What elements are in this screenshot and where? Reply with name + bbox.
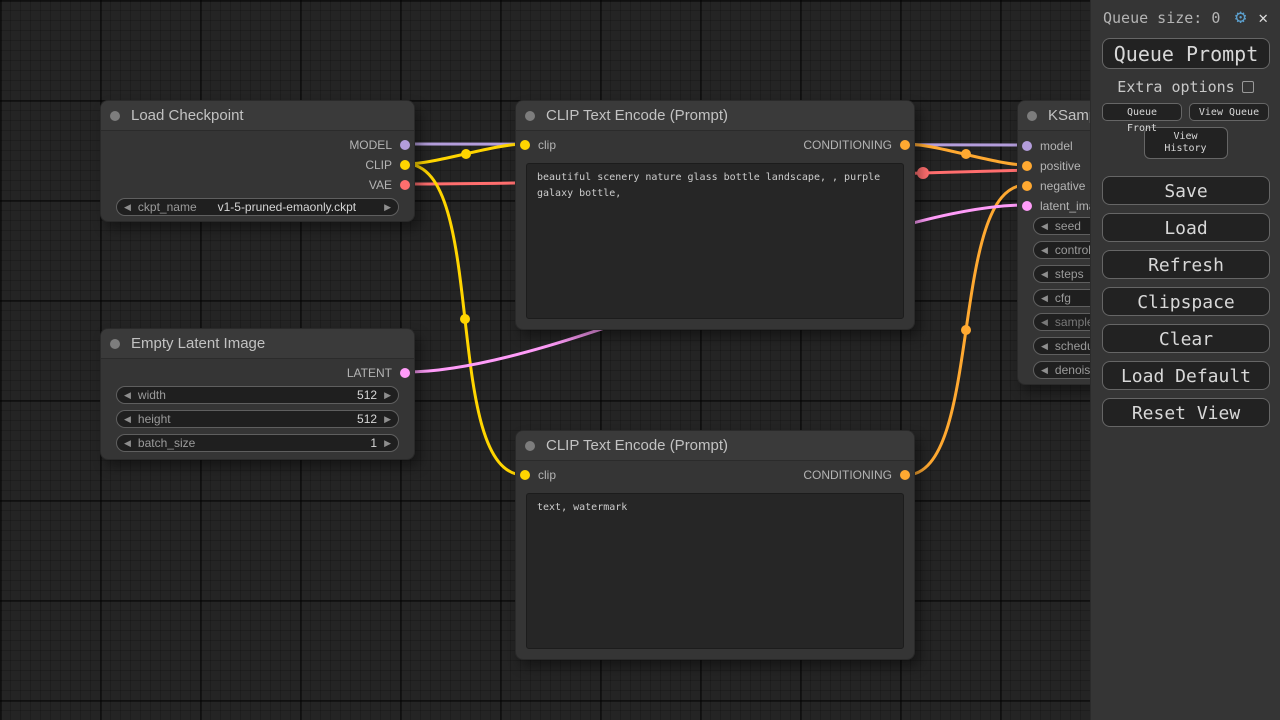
node-title-bar[interactable]: CLIP Text Encode (Prompt): [516, 101, 914, 131]
comfy-menu-panel: Queue size: 0 ⚙ ✕ Queue Prompt Extra opt…: [1090, 0, 1280, 720]
save-button[interactable]: Save: [1102, 176, 1270, 205]
widget-prev-icon[interactable]: ◀: [1034, 314, 1055, 330]
conditioning-slot-icon[interactable]: [1022, 181, 1032, 191]
queue-front-button[interactable]: Queue Front: [1102, 103, 1182, 121]
queue-size-label: Queue size: 0: [1103, 9, 1220, 27]
widget-prev-icon[interactable]: ◀: [117, 435, 138, 451]
node-title-bar[interactable]: CLIP Text Encode (Prompt): [516, 431, 914, 461]
node-title: Load Checkpoint: [131, 107, 244, 124]
clear-button[interactable]: Clear: [1102, 324, 1270, 353]
link-dot: [917, 167, 929, 179]
node-empty-latent-image[interactable]: Empty Latent Image LATENT ◀ width 512 ▶ …: [100, 328, 415, 460]
load-default-button[interactable]: Load Default: [1102, 361, 1270, 390]
node-collapse-dot-icon[interactable]: [525, 111, 535, 121]
extra-options-label: Extra options: [1117, 78, 1234, 96]
clipspace-button[interactable]: Clipspace: [1102, 287, 1270, 316]
height-widget[interactable]: ◀ height 512 ▶: [116, 410, 399, 428]
conditioning-slot-icon[interactable]: [1022, 161, 1032, 171]
ckpt-name-widget[interactable]: ◀ ckpt_name v1-5-pruned-emaonly.ckpt ▶: [116, 198, 399, 216]
link-dot: [961, 149, 971, 159]
model-slot-icon[interactable]: [1022, 141, 1032, 151]
reset-view-button[interactable]: Reset View: [1102, 398, 1270, 427]
node-clip-text-encode-negative[interactable]: CLIP Text Encode (Prompt) clip CONDITION…: [515, 430, 915, 660]
node-load-checkpoint[interactable]: Load Checkpoint MODEL CLIP VAE ◀ ckpt_na…: [100, 100, 415, 222]
node-collapse-dot-icon[interactable]: [1027, 111, 1037, 121]
widget-next-icon[interactable]: ▶: [377, 411, 398, 427]
widget-prev-icon[interactable]: ◀: [1034, 338, 1055, 354]
latent-slot-icon[interactable]: [400, 368, 410, 378]
clip-slot-icon[interactable]: [520, 470, 530, 480]
widget-next-icon[interactable]: ▶: [377, 387, 398, 403]
extra-options-checkbox[interactable]: [1242, 81, 1254, 93]
positive-prompt-textarea[interactable]: beautiful scenery nature glass bottle la…: [526, 163, 904, 319]
settings-gear-icon[interactable]: ⚙: [1235, 8, 1246, 27]
conditioning-slot-icon[interactable]: [900, 470, 910, 480]
vae-slot-icon[interactable]: [400, 180, 410, 190]
node-title: CLIP Text Encode (Prompt): [546, 437, 728, 454]
widget-prev-icon[interactable]: ◀: [117, 387, 138, 403]
close-icon[interactable]: ✕: [1258, 8, 1268, 27]
node-title-bar[interactable]: Load Checkpoint: [101, 101, 414, 131]
slot-row: clip CONDITIONING: [516, 465, 914, 485]
widget-prev-icon[interactable]: ◀: [1034, 242, 1055, 258]
widget-prev-icon[interactable]: ◀: [1034, 266, 1055, 282]
node-clip-text-encode-positive[interactable]: CLIP Text Encode (Prompt) clip CONDITION…: [515, 100, 915, 330]
output-slot-clip: CLIP: [101, 155, 414, 175]
widget-prev-icon[interactable]: ◀: [1034, 218, 1055, 234]
batch-size-widget[interactable]: ◀ batch_size 1 ▶: [116, 434, 399, 452]
node-collapse-dot-icon[interactable]: [110, 339, 120, 349]
node-title: Empty Latent Image: [131, 335, 265, 352]
widget-next-icon[interactable]: ▶: [377, 199, 398, 215]
widget-prev-icon[interactable]: ◀: [117, 411, 138, 427]
output-slot-model: MODEL: [101, 135, 414, 155]
widget-prev-icon[interactable]: ◀: [1034, 362, 1055, 378]
view-queue-button[interactable]: View Queue: [1189, 103, 1269, 121]
load-button[interactable]: Load: [1102, 213, 1270, 242]
negative-prompt-textarea[interactable]: text, watermark: [526, 493, 904, 649]
clip-slot-icon[interactable]: [520, 140, 530, 150]
latent-slot-icon[interactable]: [1022, 201, 1032, 211]
model-slot-icon[interactable]: [400, 140, 410, 150]
clip-slot-icon[interactable]: [400, 160, 410, 170]
node-title-bar[interactable]: Empty Latent Image: [101, 329, 414, 359]
graph-canvas[interactable]: Load Checkpoint MODEL CLIP VAE ◀ ckpt_na…: [0, 0, 1280, 720]
widget-prev-icon[interactable]: ◀: [117, 199, 138, 215]
output-slot-vae: VAE: [101, 175, 414, 195]
link-dot: [460, 314, 470, 324]
refresh-button[interactable]: Refresh: [1102, 250, 1270, 279]
link-dot: [961, 325, 971, 335]
slot-row: clip CONDITIONING: [516, 135, 914, 155]
link-dot: [461, 149, 471, 159]
conditioning-slot-icon[interactable]: [900, 140, 910, 150]
widget-prev-icon[interactable]: ◀: [1034, 290, 1055, 306]
widget-next-icon[interactable]: ▶: [377, 435, 398, 451]
output-slot-latent: LATENT: [101, 363, 414, 383]
queue-prompt-button[interactable]: Queue Prompt: [1102, 38, 1270, 69]
width-widget[interactable]: ◀ width 512 ▶: [116, 386, 399, 404]
node-title: CLIP Text Encode (Prompt): [546, 107, 728, 124]
node-collapse-dot-icon[interactable]: [110, 111, 120, 121]
node-collapse-dot-icon[interactable]: [525, 441, 535, 451]
